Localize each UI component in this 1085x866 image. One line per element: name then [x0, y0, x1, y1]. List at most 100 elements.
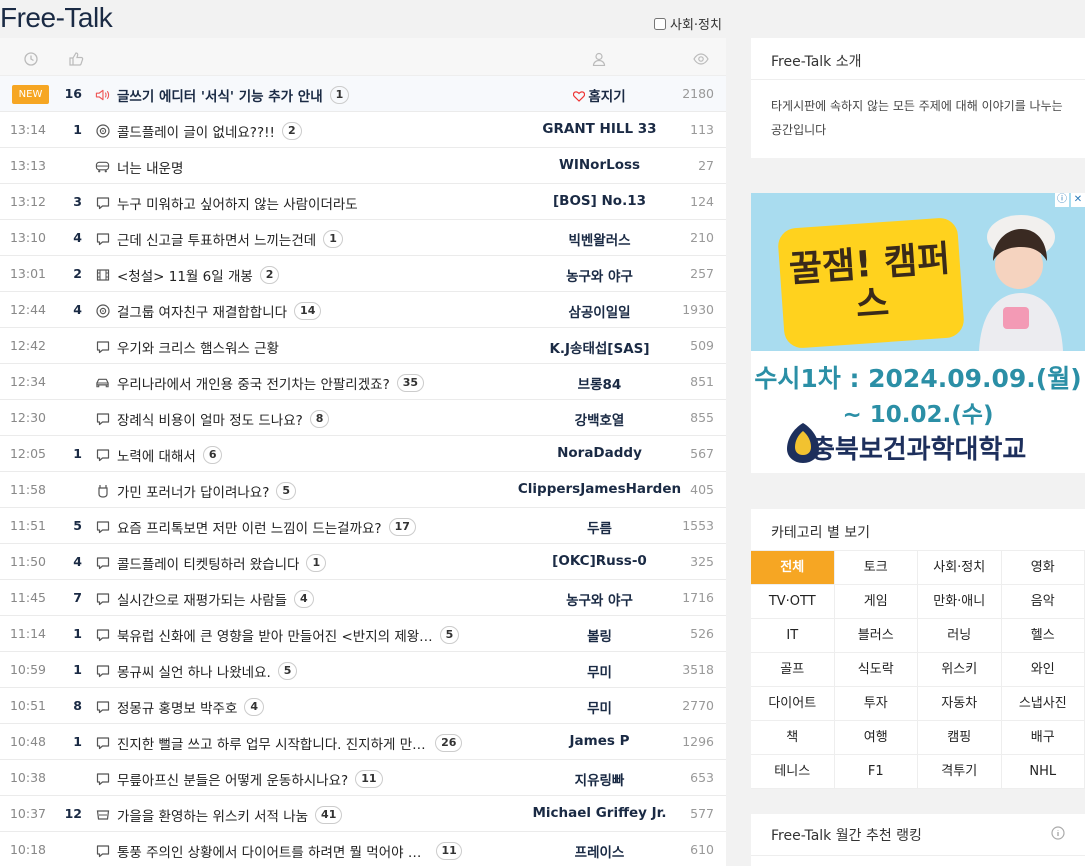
- category-item[interactable]: 음악: [1001, 585, 1085, 619]
- post-title-link[interactable]: 통풍 주의인 상황에서 다이어트를 하려면 뭘 먹어야 하나… 11: [117, 841, 462, 861]
- author-name[interactable]: ClippersJamesHarden: [512, 481, 687, 497]
- table-row[interactable]: 12:30 장례식 비용이 얼마 정도 드나요? 8 강백호열 855: [0, 400, 726, 436]
- author-name[interactable]: NoraDaddy: [512, 445, 687, 461]
- post-title-link[interactable]: 가을을 환영하는 위스키 서적 나눔 41: [117, 805, 343, 825]
- author-name[interactable]: 무미: [512, 697, 687, 717]
- table-row[interactable]: 13:14 1 콜드플레이 글이 없네요??!! 2 GRANT HILL 33 113: [0, 112, 726, 148]
- category-item[interactable]: 전체: [751, 551, 835, 585]
- category-item[interactable]: 영화: [1001, 551, 1085, 585]
- category-item[interactable]: TV·OTT: [751, 585, 835, 619]
- category-item[interactable]: 테니스: [751, 755, 835, 789]
- post-title-link[interactable]: 콜드플레이 글이 없네요??!! 2: [117, 121, 302, 141]
- category-item[interactable]: 책: [751, 721, 835, 755]
- table-row[interactable]: 12:34 우리나라에서 개인용 중국 전기차는 안팔리겠죠? 35 브롱84 851: [0, 364, 726, 400]
- table-row[interactable]: 13:13 너는 내운명 WINorLoss 27: [0, 148, 726, 184]
- post-title-link[interactable]: 콜드플레이 티켓팅하러 왔습니다 1: [117, 553, 327, 573]
- post-title-link[interactable]: <청설> 11월 6일 개봉 2: [117, 265, 280, 285]
- author-name[interactable]: 지유링빠: [512, 769, 687, 789]
- category-item[interactable]: 여행: [834, 721, 918, 755]
- table-row[interactable]: 10:37 12 가을을 환영하는 위스키 서적 나눔 41 Michael Griff…: [0, 796, 726, 832]
- ad-banner[interactable]: 꿀잼! 캠퍼스 ⓘ ✕ 수시1차 : 2024.09.09.(월) ~ 10.0…: [751, 193, 1085, 473]
- category-item[interactable]: 만화·애니: [918, 585, 1002, 619]
- post-title-link[interactable]: 노력에 대해서 6: [117, 445, 223, 465]
- author-name[interactable]: K.J송태섭[SAS]: [512, 337, 687, 357]
- category-item[interactable]: 러닝: [918, 619, 1002, 653]
- ranking-info-icon[interactable]: [1051, 825, 1065, 844]
- table-row[interactable]: 11:14 1 북유럽 신화에 큰 영향을 받아 만들어진 <반지의 제왕… 5 볼링 5…: [0, 616, 726, 652]
- author-name[interactable]: GRANT HILL 33: [512, 121, 687, 137]
- category-item[interactable]: 격투기: [918, 755, 1002, 789]
- thumbs-up-icon[interactable]: [69, 51, 84, 70]
- politics-filter-checkbox[interactable]: [654, 17, 666, 30]
- category-item[interactable]: IT: [751, 619, 835, 653]
- category-item[interactable]: 골프: [751, 653, 835, 687]
- post-title-link[interactable]: 진지한 뻘글 쓰고 하루 업무 시작합니다. 진지하게 만나… 26: [117, 733, 462, 753]
- post-title-link[interactable]: 정몽규 홍명보 박주호 4: [117, 697, 265, 717]
- author-name[interactable]: 무미: [512, 661, 687, 681]
- table-row[interactable]: 11:50 4 콜드플레이 티켓팅하러 왔습니다 1 [OKC]Russ-0 325: [0, 544, 726, 580]
- author-name[interactable]: [BOS] No.13: [512, 193, 687, 209]
- ad-info-icon[interactable]: ⓘ: [1055, 193, 1069, 207]
- clock-icon[interactable]: [24, 51, 38, 70]
- author-name[interactable]: James P: [512, 733, 687, 749]
- post-title-link[interactable]: 근데 신고글 투표하면서 느끼는건데 1: [117, 229, 343, 249]
- post-title-link[interactable]: 실시간으로 재평가되는 사람들 4: [117, 589, 314, 609]
- ad-close-icon[interactable]: ✕: [1071, 193, 1085, 207]
- ad-controls[interactable]: ⓘ ✕: [1055, 193, 1085, 207]
- category-item[interactable]: 자동차: [918, 687, 1002, 721]
- author-name[interactable]: 삼공이일일: [512, 301, 687, 321]
- eye-icon[interactable]: [693, 51, 709, 70]
- category-item[interactable]: NHL: [1001, 755, 1085, 789]
- category-item[interactable]: 사회·정치: [918, 551, 1002, 585]
- table-row[interactable]: 10:48 1 진지한 뻘글 쓰고 하루 업무 시작합니다. 진지하게 만나… 26 J…: [0, 724, 726, 760]
- post-title-link[interactable]: 누구 미워하고 싶어하지 않는 사람이더라도: [117, 193, 358, 213]
- table-row[interactable]: 12:44 4 걸그룹 여자친구 재결합합니다 14 삼공이일일 1930: [0, 292, 726, 328]
- category-item[interactable]: 다이어트: [751, 687, 835, 721]
- table-row[interactable]: 13:12 3 누구 미워하고 싶어하지 않는 사람이더라도 [BOS] No.13 1…: [0, 184, 726, 220]
- table-row[interactable]: 10:38 무릎아프신 분들은 어떻게 운동하시나요? 11 지유링빠 653: [0, 760, 726, 796]
- table-row[interactable]: 11:58 가민 포러너가 답이려나요? 5 ClippersJamesHarden 4…: [0, 472, 726, 508]
- post-title-link[interactable]: 가민 포러너가 답이려나요? 5: [117, 481, 297, 501]
- table-row[interactable]: NEW 16 글쓰기 에디터 '서식' 기능 추가 안내 1 홈지기 2180: [0, 76, 726, 112]
- author-name[interactable]: 두름: [512, 517, 687, 537]
- author-name[interactable]: 농구와 야구: [512, 589, 687, 609]
- post-title-link[interactable]: 글쓰기 에디터 '서식' 기능 추가 안내 1: [117, 85, 350, 105]
- author-name[interactable]: Michael Griffey Jr.: [512, 805, 687, 821]
- author-name[interactable]: 프레이스: [512, 841, 687, 861]
- category-item[interactable]: 배구: [1001, 721, 1085, 755]
- post-title-link[interactable]: 무릎아프신 분들은 어떻게 운동하시나요? 11: [117, 769, 383, 789]
- post-title-link[interactable]: 요즘 프리톡보면 저만 이런 느낌이 드는걸까요? 17: [117, 517, 416, 537]
- category-item[interactable]: 식도락: [834, 653, 918, 687]
- author-name[interactable]: 강백호열: [512, 409, 687, 429]
- post-title-link[interactable]: 우기와 크리스 햄스워스 근황: [117, 337, 279, 357]
- category-item[interactable]: F1: [834, 755, 918, 789]
- category-item[interactable]: 캠핑: [918, 721, 1002, 755]
- post-title-link[interactable]: 몽규씨 실언 하나 나왔네요. 5: [117, 661, 298, 681]
- category-item[interactable]: 게임: [834, 585, 918, 619]
- post-title-link[interactable]: 너는 내운명: [117, 157, 183, 177]
- category-item[interactable]: 와인: [1001, 653, 1085, 687]
- post-title-link[interactable]: 걸그룹 여자친구 재결합합니다 14: [117, 301, 322, 321]
- table-row[interactable]: 12:42 우기와 크리스 햄스워스 근황 K.J송태섭[SAS] 509: [0, 328, 726, 364]
- table-row[interactable]: 12:05 1 노력에 대해서 6 NoraDaddy 567: [0, 436, 726, 472]
- category-item[interactable]: 투자: [834, 687, 918, 721]
- post-title-link[interactable]: 장례식 비용이 얼마 정도 드나요? 8: [117, 409, 330, 429]
- post-title-link[interactable]: 북유럽 신화에 큰 영향을 받아 만들어진 <반지의 제왕… 5: [117, 625, 460, 645]
- author-name[interactable]: 볼링: [512, 625, 687, 645]
- author-name[interactable]: 브롱84: [512, 373, 687, 393]
- author-name[interactable]: 빅벤왈러스: [512, 229, 687, 249]
- user-icon[interactable]: [592, 51, 606, 70]
- category-item[interactable]: 토크: [834, 551, 918, 585]
- table-row[interactable]: 11:51 5 요즘 프리톡보면 저만 이런 느낌이 드는걸까요? 17 두름 1553: [0, 508, 726, 544]
- table-row[interactable]: 10:59 1 몽규씨 실언 하나 나왔네요. 5 무미 3518: [0, 652, 726, 688]
- table-row[interactable]: 11:45 7 실시간으로 재평가되는 사람들 4 농구와 야구 1716: [0, 580, 726, 616]
- post-title-link[interactable]: 우리나라에서 개인용 중국 전기차는 안팔리겠죠? 35: [117, 373, 425, 393]
- table-row[interactable]: 13:01 2 <청설> 11월 6일 개봉 2 농구와 야구 257: [0, 256, 726, 292]
- author-name[interactable]: WINorLoss: [512, 157, 687, 173]
- table-row[interactable]: 10:18 통풍 주의인 상황에서 다이어트를 하려면 뭘 먹어야 하나… 11 프레…: [0, 832, 726, 866]
- politics-filter[interactable]: 사회·정치: [654, 14, 722, 33]
- table-row[interactable]: 13:10 4 근데 신고글 투표하면서 느끼는건데 1 빅벤왈러스 210: [0, 220, 726, 256]
- table-row[interactable]: 10:51 8 정몽규 홍명보 박주호 4 무미 2770: [0, 688, 726, 724]
- author-name[interactable]: 농구와 야구: [512, 265, 687, 285]
- author-name[interactable]: 홈지기: [512, 85, 687, 105]
